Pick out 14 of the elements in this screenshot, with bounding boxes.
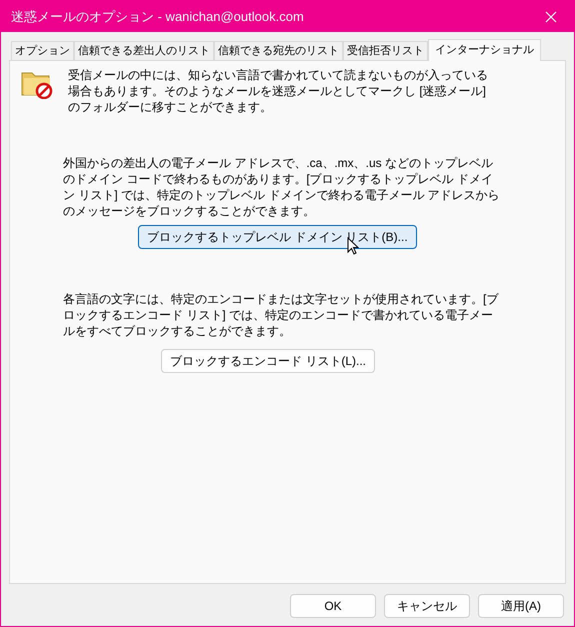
dialog-button[interactable]: キャンセル	[384, 594, 470, 618]
tab[interactable]: 受信拒否リスト	[343, 41, 428, 60]
tab[interactable]: 信頼できる宛先のリスト	[214, 41, 343, 60]
tab[interactable]: 信頼できる差出人のリスト	[74, 41, 214, 60]
dialog-button[interactable]: OK	[290, 594, 376, 618]
description-text: 外国からの差出人の電子メール アドレスで、.ca、.mx、.us などのトップレベルのドメイン コードで終わるものがあります。[ブロックするトップレベル ドメイン リスト] では、特定のトップレベル ドメインで終わる電子メール アドレスからのメッセージをブロックすることができます。	[63, 155, 501, 219]
close-icon	[545, 10, 557, 22]
window-title: 迷惑メールのオプション - wanichan@outlook.com	[11, 8, 304, 26]
tab[interactable]: インターナショナル	[428, 39, 541, 61]
tab[interactable]: オプション	[11, 41, 74, 60]
description-text: 各言語の文字には、特定のエンコードまたは文字セットが使用されています。[ブロックするエンコード リスト] では、特定のエンコードで書かれている電子メールをすべてブロックすることができます。	[63, 291, 500, 339]
dialog-button[interactable]: 適用(A)	[478, 594, 564, 618]
block-list-button[interactable]: ブロックするエンコード リスト(L)...	[161, 349, 376, 373]
intro-text: 受信メールの中には、知らない言語で書かれていて読まないものが入っている場合もあります。そのようなメールを迷惑メールとしてマークし [迷惑メール] のフォルダーに移すことができます。	[68, 67, 488, 115]
